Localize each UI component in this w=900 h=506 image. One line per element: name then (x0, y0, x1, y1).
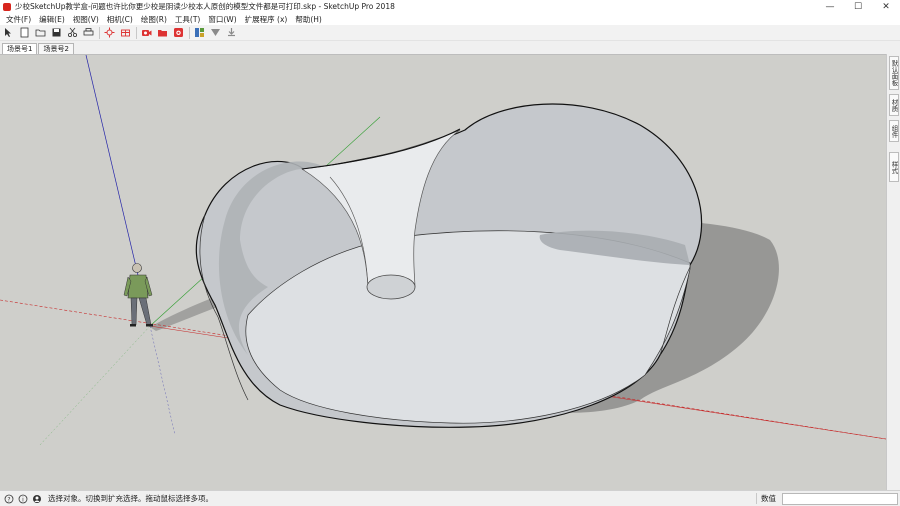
status-bar: ? i 选择对象。切换到扩充选择。拖动鼠标选择多项。 数值 (0, 490, 900, 506)
toolbar-separator (189, 26, 190, 39)
camera-icon[interactable] (141, 27, 152, 38)
open-file-icon[interactable] (35, 27, 46, 38)
window-title: 少校SketchUp教学盒-问题也许比你更少校是阴读少校本人原创的模型文件都是可… (15, 2, 395, 11)
menu-draw[interactable]: 绘图(R) (137, 14, 171, 25)
sketchup-logo-icon (3, 2, 11, 11)
print-icon[interactable] (83, 27, 94, 38)
main-toolbar (0, 25, 900, 41)
status-message: 选择对象。切换到扩充选择。拖动鼠标选择多项。 (48, 494, 213, 503)
shadow-icon[interactable] (157, 27, 168, 38)
paint-icon[interactable] (120, 27, 131, 38)
menu-window[interactable]: 窗口(W) (204, 14, 240, 25)
photo-icon[interactable] (173, 27, 184, 38)
menu-camera[interactable]: 相机(C) (103, 14, 137, 25)
tray-tab-components[interactable]: 组件 (889, 120, 899, 142)
style-icon[interactable] (210, 27, 221, 38)
menu-file[interactable]: 文件(F) (2, 14, 35, 25)
tab-scene-2[interactable]: 场景号2 (38, 43, 74, 54)
menu-extensions[interactable]: 扩展程序 (x) (241, 14, 292, 25)
scene-drawing (0, 55, 886, 446)
scene-tabs: 场景号1 场景号2 (0, 41, 900, 54)
new-file-icon[interactable] (19, 27, 30, 38)
maximize-button[interactable]: ☐ (844, 0, 872, 13)
measurements-label: 数值 (756, 493, 782, 504)
menu-edit[interactable]: 编辑(E) (35, 14, 69, 25)
tray-tab-materials[interactable]: 材质 (889, 94, 899, 116)
layers-icon[interactable] (194, 27, 205, 38)
tab-scene-1[interactable]: 场景号1 (2, 43, 38, 54)
menu-help[interactable]: 帮助(H) (291, 14, 326, 25)
svg-text:?: ? (7, 496, 10, 503)
model-viewport[interactable] (0, 54, 886, 490)
toolbar-separator (136, 26, 137, 39)
save-icon[interactable] (51, 27, 62, 38)
select-icon[interactable] (3, 27, 14, 38)
user-account-icon[interactable] (32, 494, 42, 504)
credits-icon[interactable]: i (18, 494, 28, 504)
minimize-button[interactable]: — (816, 0, 844, 13)
green-axis-dashed (39, 325, 151, 446)
component-icon[interactable] (104, 27, 115, 38)
blue-axis-dashed (149, 325, 176, 436)
person-figure (123, 263, 153, 327)
toolbar-separator (99, 26, 100, 39)
sketchup-window: 少校SketchUp教学盒-问题也许比你更少校是阴读少校本人原创的模型文件都是可… (0, 0, 900, 506)
tray-tab-styles[interactable]: 样式 (889, 152, 899, 182)
title-bar: 少校SketchUp教学盒-问题也许比你更少校是阴读少校本人原创的模型文件都是可… (0, 0, 900, 13)
export-icon[interactable] (226, 27, 237, 38)
cut-icon[interactable] (67, 27, 78, 38)
menu-bar: 文件(F) 编辑(E) 视图(V) 相机(C) 绘图(R) 工具(T) 窗口(W… (0, 13, 900, 25)
funnel-opening (366, 274, 416, 300)
measurements-input[interactable] (782, 492, 898, 505)
menu-view[interactable]: 视图(V) (69, 14, 103, 25)
default-tray: 默认面板 材质 组件 样式 (886, 54, 900, 490)
svg-text:i: i (22, 496, 24, 503)
close-button[interactable]: ✕ (872, 0, 900, 13)
menu-tools[interactable]: 工具(T) (171, 14, 204, 25)
geo-location-icon[interactable]: ? (4, 494, 14, 504)
tray-tab-default[interactable]: 默认面板 (889, 56, 899, 90)
